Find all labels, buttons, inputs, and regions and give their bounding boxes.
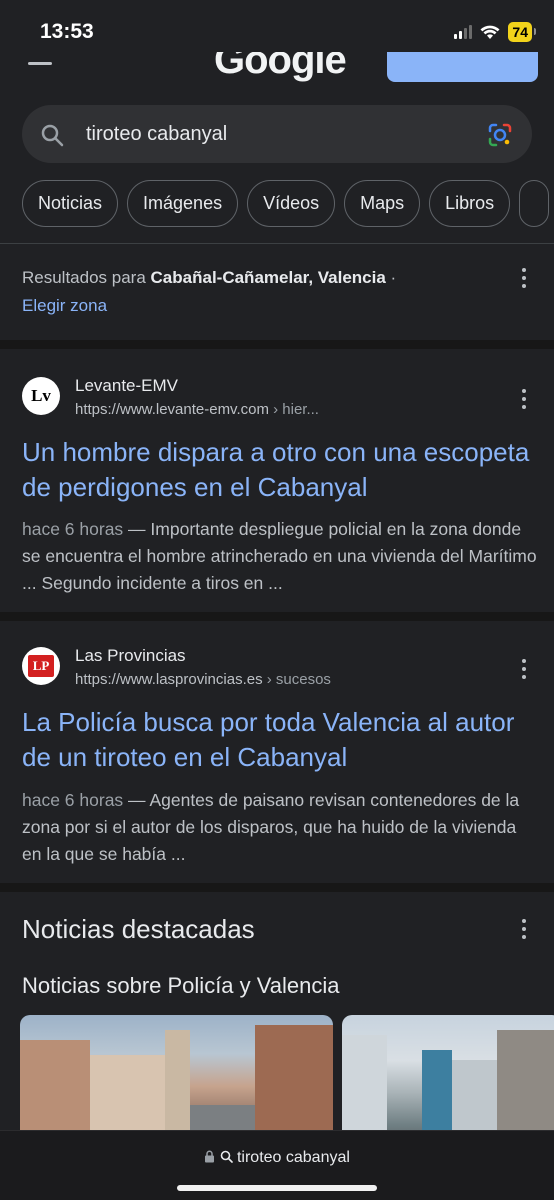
location-suffix: · bbox=[385, 268, 397, 287]
top-stories-heading: Noticias destacadas bbox=[22, 914, 255, 944]
location-place: Cabañal-Cañamelar, Valencia bbox=[150, 268, 386, 287]
news-thumbnail[interactable] bbox=[342, 1015, 554, 1145]
status-icons: 74 bbox=[454, 22, 536, 42]
google-logo[interactable]: Google bbox=[214, 52, 347, 83]
divider bbox=[0, 243, 554, 244]
site-url[interactable]: https://www.lasprovincias.es › sucesos bbox=[75, 671, 331, 688]
battery-indicator: 74 bbox=[508, 22, 536, 42]
search-filter-chips: Noticias Imágenes Vídeos Maps Libros bbox=[22, 180, 550, 227]
site-favicon: LP bbox=[22, 647, 60, 685]
search-icon bbox=[220, 1150, 233, 1163]
result-snippet: hace 6 horas — Importante despliegue pol… bbox=[22, 516, 537, 597]
address-text: tiroteo cabanyal bbox=[236, 1149, 350, 1166]
sign-in-button[interactable] bbox=[387, 52, 538, 82]
google-header: Google bbox=[0, 52, 554, 84]
wifi-icon bbox=[480, 25, 500, 39]
status-time: 13:53 bbox=[40, 20, 94, 43]
site-name[interactable]: Las Provincias bbox=[75, 646, 186, 666]
menu-icon[interactable] bbox=[28, 62, 52, 65]
chip-more[interactable] bbox=[519, 180, 550, 227]
google-lens-icon[interactable] bbox=[486, 121, 514, 149]
section-divider bbox=[0, 340, 554, 349]
chip-libros[interactable]: Libros bbox=[429, 180, 511, 227]
choose-area-link[interactable]: Elegir zona bbox=[22, 296, 107, 316]
search-icon bbox=[41, 124, 64, 147]
result-options-icon[interactable] bbox=[521, 659, 527, 679]
url-breadcrumb: › sucesos bbox=[262, 671, 331, 688]
section-divider bbox=[0, 883, 554, 892]
section-divider bbox=[0, 612, 554, 621]
result-date: hace 6 horas bbox=[22, 790, 124, 810]
result-snippet: hace 6 horas — Agentes de paisano revisa… bbox=[22, 787, 537, 868]
result-options-icon[interactable] bbox=[521, 389, 527, 409]
site-name[interactable]: Levante-EMV bbox=[75, 376, 178, 396]
site-url[interactable]: https://www.levante-emv.com › hier... bbox=[75, 401, 319, 418]
result-title-link[interactable]: La Policía busca por toda Valencia al au… bbox=[22, 705, 537, 775]
favicon-text: LP bbox=[28, 655, 54, 677]
url-breadcrumb: › hier... bbox=[268, 401, 319, 418]
chip-videos[interactable]: Vídeos bbox=[247, 180, 336, 227]
cellular-signal-icon bbox=[454, 25, 473, 39]
search-input[interactable]: tiroteo cabanyal bbox=[86, 123, 227, 146]
result-date: hace 6 horas bbox=[22, 519, 124, 539]
result-title-link[interactable]: Un hombre dispara a otro con una escopet… bbox=[22, 435, 537, 505]
home-indicator[interactable] bbox=[177, 1185, 377, 1191]
news-thumbnail[interactable] bbox=[20, 1015, 333, 1145]
browser-bottom-bar: tiroteo cabanyal bbox=[0, 1130, 554, 1200]
search-result: LP Las Provincias https://www.lasprovinc… bbox=[0, 621, 554, 883]
top-stories-options-icon[interactable] bbox=[521, 919, 527, 939]
location-notice: Resultados para Cabañal-Cañamelar, Valen… bbox=[22, 268, 396, 288]
url-domain: https://www.levante-emv.com bbox=[75, 401, 269, 418]
news-topic-heading: Noticias sobre Policía y Valencia bbox=[22, 973, 340, 998]
chip-maps[interactable]: Maps bbox=[344, 180, 421, 227]
chip-imagenes[interactable]: Imágenes bbox=[127, 180, 239, 227]
address-bar[interactable]: tiroteo cabanyal bbox=[0, 1149, 554, 1167]
search-box[interactable]: tiroteo cabanyal bbox=[22, 105, 532, 163]
lock-icon bbox=[205, 1150, 215, 1163]
location-prefix: Resultados para bbox=[22, 268, 151, 287]
chip-noticias[interactable]: Noticias bbox=[22, 180, 119, 227]
search-result: Lv Levante-EMV https://www.levante-emv.c… bbox=[0, 349, 554, 612]
site-favicon: Lv bbox=[22, 377, 60, 415]
url-domain: https://www.lasprovincias.es bbox=[75, 671, 263, 688]
favicon-text: Lv bbox=[31, 386, 51, 405]
more-options-icon[interactable] bbox=[521, 268, 527, 288]
